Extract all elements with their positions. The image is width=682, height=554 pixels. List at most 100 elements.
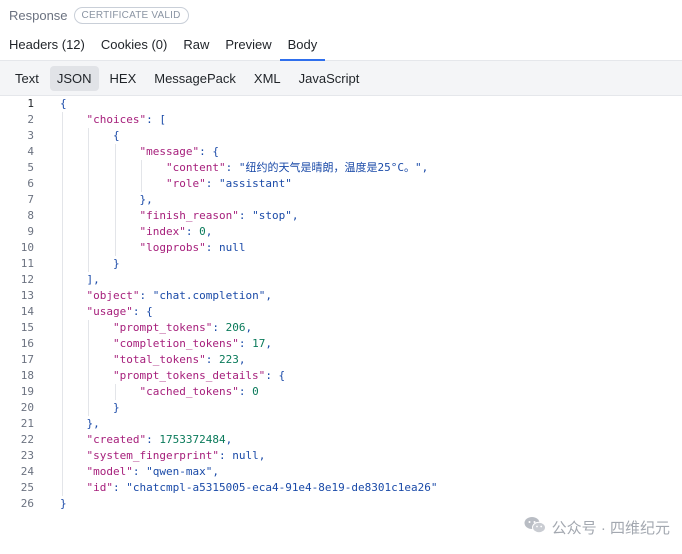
token: : [212,321,226,334]
token: }, [86,417,100,430]
line-number: 10 [20,241,34,254]
indent-guide [88,128,90,272]
code-text: "index": 0, [34,224,212,240]
tab-raw[interactable]: Raw [183,37,217,60]
format-tab-hex[interactable]: HEX [103,66,144,91]
line-number: 15 [20,321,34,334]
line-number: 24 [20,465,34,478]
token: "completion_tokens" [112,337,239,350]
code-text: }, [34,416,100,432]
line-number: 26 [20,497,34,510]
token: : [205,353,219,366]
format-tab-messagepack[interactable]: MessagePack [147,66,243,91]
token: : { [265,369,286,382]
line-number: 3 [27,129,34,142]
line-number: 18 [20,369,34,382]
line-number: 20 [20,401,34,414]
code-line: 25 "id": "chatcmpl-a5315005-eca4-91e4-8e… [0,480,682,496]
line-number: 5 [27,161,34,174]
line-number: 8 [27,209,34,222]
certificate-badge: CERTIFICATE VALID [73,6,189,24]
token: 206 [225,321,246,334]
line-number: 13 [20,289,34,302]
code-text: "choices": [ [34,112,166,128]
tab-body[interactable]: Body [279,37,326,61]
indent-guide [114,144,116,256]
token: : [ [146,113,166,126]
code-line: 12 ], [0,272,682,288]
code-text: } [34,496,67,512]
line-number: 4 [27,145,34,158]
token: "message" [139,145,200,158]
indent-guide [88,320,90,416]
token: "cached_tokens" [139,385,239,398]
token: : [205,241,219,254]
code-line: 24 "model": "qwen-max", [0,464,682,480]
token: ], [86,273,100,286]
format-tab-javascript[interactable]: JavaScript [292,66,367,91]
format-tabs: Text JSON HEX MessagePack XML JavaScript [0,61,682,96]
code-text: "role": "assistant" [34,176,292,192]
token: "finish_reason" [139,209,239,222]
code-line: 14 "usage": { [0,304,682,320]
code-text: "cached_tokens": 0 [34,384,259,400]
line-number: 11 [20,257,34,270]
code-line: 17 "total_tokens": 223, [0,352,682,368]
code-text: "logprobs": null [34,240,245,256]
token: } [60,497,67,510]
format-tab-json[interactable]: JSON [49,65,99,91]
token: } [112,257,120,270]
code-text: "finish_reason": "stop", [34,208,298,224]
tab-headers[interactable]: Headers (12) [9,37,93,60]
response-header: Response CERTIFICATE VALID [0,0,682,30]
code-line: 26} [0,496,682,512]
token: { [112,129,120,142]
line-number: 21 [20,417,34,430]
line-number: 9 [27,225,34,238]
line-number: 2 [27,113,34,126]
code-text: "object": "chat.completion", [34,288,272,304]
token: , [265,289,272,302]
token: 0 [252,385,259,398]
token: , [225,433,233,446]
code-line: 2 "choices": [ [0,112,682,128]
code-line: 3 { [0,128,682,144]
code-line: 18 "prompt_tokens_details": { [0,368,682,384]
token: , [212,465,219,478]
code-line: 21 }, [0,416,682,432]
tab-preview[interactable]: Preview [225,37,279,60]
token: : [205,177,219,190]
token: "choices" [86,113,147,126]
response-title: Response [9,7,68,23]
line-number: 25 [20,481,34,494]
tab-cookies[interactable]: Cookies (0) [101,37,175,60]
line-number: 16 [20,337,34,350]
watermark-text: 公众号 · 四维纪元 [551,519,670,537]
code-text: "prompt_tokens_details": { [34,368,285,384]
format-tab-text[interactable]: Text [8,66,46,91]
token: 223 [218,353,239,366]
watermark: 公众号 · 四维纪元 [524,516,670,538]
token: , [258,449,266,462]
token: "index" [139,225,186,238]
token: : [218,449,233,462]
code-text: "created": 1753372484, [34,432,233,448]
token: "object" [86,289,140,302]
indent-guide [114,384,116,400]
format-tab-xml[interactable]: XML [247,66,288,91]
token: "纽约的天气是晴朗，温度是25°C。" [238,161,422,174]
code-text: }, [34,192,152,208]
code-line: 15 "prompt_tokens": 206, [0,320,682,336]
token: 1753372484 [159,433,226,446]
code-text: } [34,400,120,416]
code-text: "content": "纽约的天气是晴朗，温度是25°C。", [34,160,428,176]
code-text: "system_fingerprint": null, [34,448,266,464]
